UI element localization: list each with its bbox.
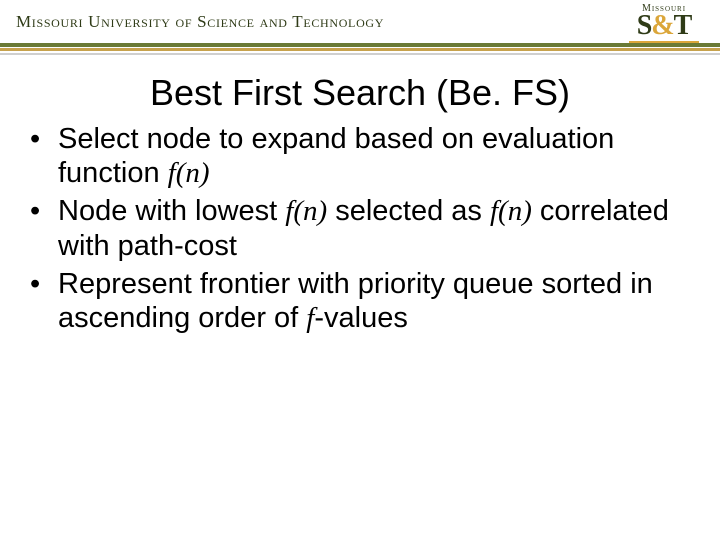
slide-title: Best First Search (Be. FS) bbox=[0, 72, 720, 114]
logo-main-text: S&T bbox=[622, 12, 706, 40]
list-item: Node with lowest f(n) selected as f(n) c… bbox=[26, 194, 694, 262]
slide-body: Select node to expand based on evaluatio… bbox=[0, 114, 720, 335]
header-divider bbox=[0, 43, 720, 56]
list-item: Select node to expand based on evaluatio… bbox=[26, 122, 694, 190]
slide-header: Missouri University of Science and Techn… bbox=[0, 0, 720, 56]
university-logo: Missouri S&T bbox=[622, 4, 706, 44]
university-name: Missouri University of Science and Techn… bbox=[16, 12, 384, 32]
slide: Missouri University of Science and Techn… bbox=[0, 0, 720, 540]
bullet-list: Select node to expand based on evaluatio… bbox=[26, 122, 694, 335]
list-item: Represent frontier with priority queue s… bbox=[26, 267, 694, 335]
